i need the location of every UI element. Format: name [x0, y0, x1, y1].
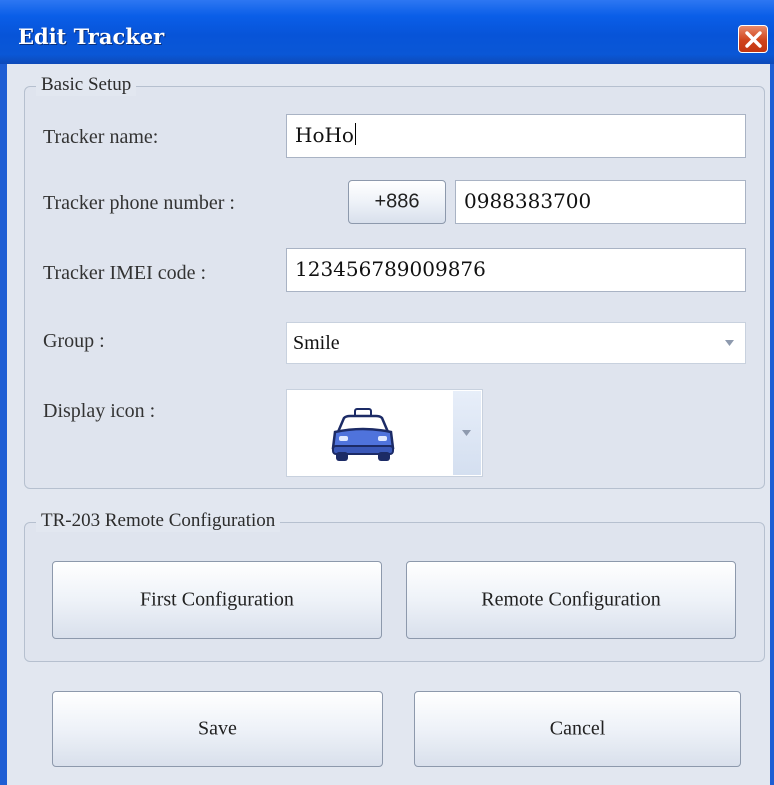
- remote-configuration-button[interactable]: Remote Configuration: [406, 561, 736, 639]
- window-title: Edit Tracker: [18, 24, 165, 49]
- tracker-name-text: HoHo: [295, 123, 354, 147]
- save-label: Save: [198, 717, 237, 740]
- text-caret: [354, 123, 356, 145]
- chevron-down-icon: [462, 430, 471, 436]
- group-dropdown-arrow[interactable]: [716, 324, 744, 362]
- group-selected-value: Smile: [293, 332, 340, 354]
- close-icon: [745, 31, 762, 48]
- imei-value: 123456789009876: [295, 257, 486, 281]
- close-button[interactable]: [738, 25, 768, 53]
- remote-config-legend: TR-203 Remote Configuration: [36, 510, 281, 532]
- remote-configuration-label: Remote Configuration: [481, 588, 661, 611]
- cancel-button[interactable]: Cancel: [414, 691, 741, 767]
- first-configuration-button[interactable]: First Configuration: [52, 561, 382, 639]
- first-configuration-label: First Configuration: [140, 588, 294, 611]
- imei-input[interactable]: 123456789009876: [286, 248, 746, 292]
- phone-label: Tracker phone number :: [43, 192, 235, 214]
- display-icon-select[interactable]: [286, 389, 483, 477]
- edit-tracker-dialog: Edit Tracker Basic Setup Tracker name: H…: [0, 0, 774, 785]
- taxi-icon: [331, 408, 395, 461]
- tracker-name-value: HoHo: [295, 123, 356, 147]
- save-button[interactable]: Save: [52, 691, 383, 767]
- display-icon-dropdown-arrow[interactable]: [453, 391, 481, 475]
- phone-number-value: 0988383700: [464, 189, 592, 213]
- dialog-body: Basic Setup Tracker name: HoHo Tracker p…: [7, 64, 770, 785]
- group-label: Group :: [43, 330, 105, 352]
- tracker-name-input[interactable]: HoHo: [286, 114, 746, 158]
- title-bar[interactable]: Edit Tracker: [0, 0, 774, 64]
- basic-setup-legend: Basic Setup: [36, 74, 137, 96]
- country-code-button[interactable]: +886: [348, 180, 446, 224]
- display-icon-label: Display icon :: [43, 400, 156, 422]
- country-code-text: +886: [374, 190, 420, 213]
- imei-label: Tracker IMEI code :: [43, 262, 207, 284]
- tracker-name-label: Tracker name:: [43, 126, 159, 148]
- cancel-label: Cancel: [549, 717, 606, 740]
- group-select[interactable]: Smile: [286, 322, 746, 364]
- phone-number-input[interactable]: 0988383700: [455, 180, 746, 224]
- chevron-down-icon: [725, 340, 734, 346]
